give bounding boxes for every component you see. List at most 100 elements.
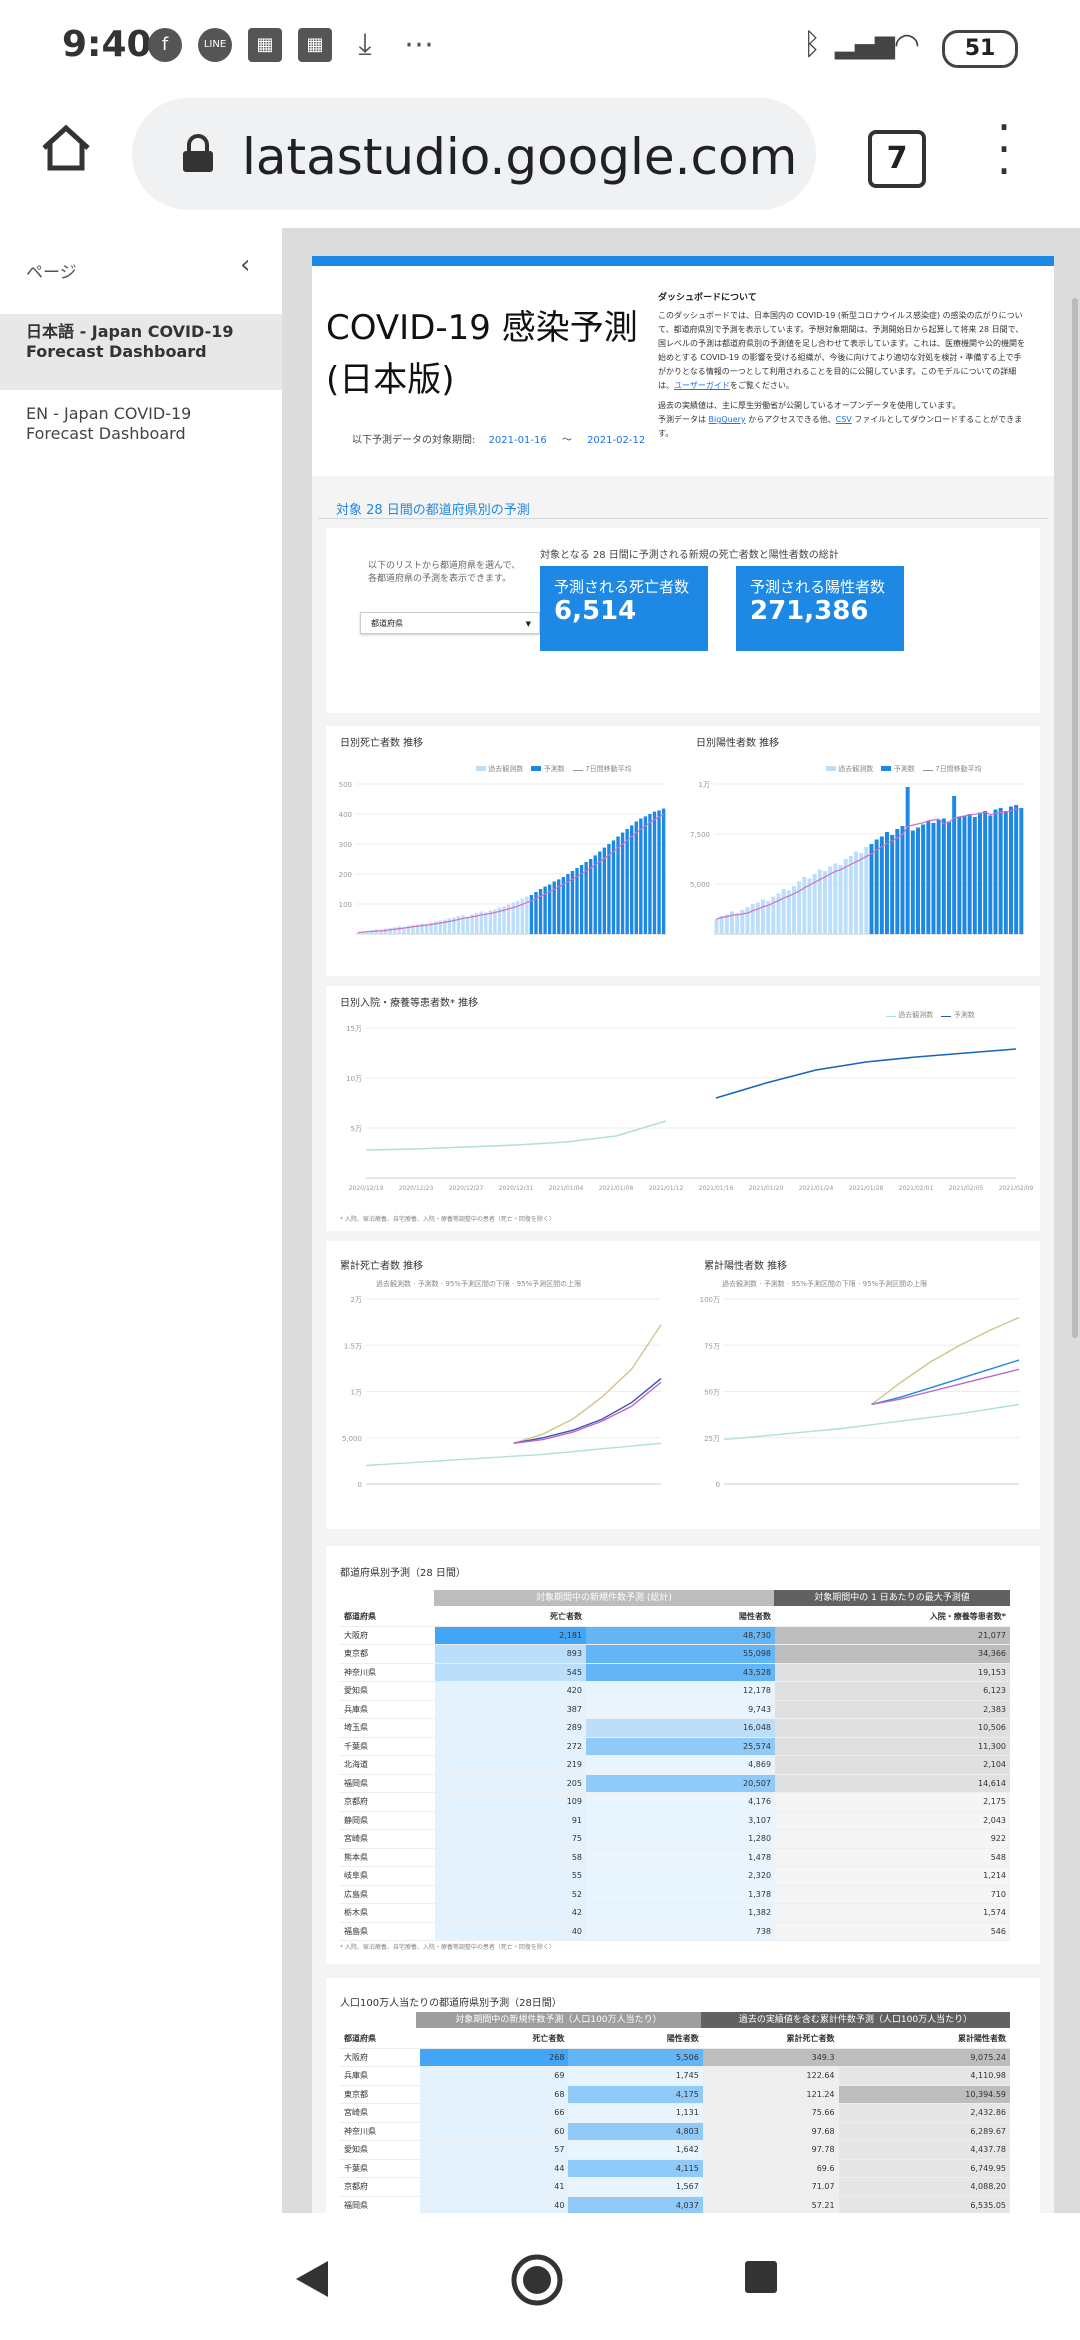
y-tick-label: 0 [358,1481,362,1489]
bar [993,809,998,934]
bar [988,815,993,934]
hospitalization-footnote: * 入院、宿泊療養、自宅療養、入院・療養等調整中の患者（死亡・回復を除く） [340,1216,555,1223]
menu-icon[interactable]: · · · [990,104,1018,194]
cell-value: 55,098 [586,1644,776,1664]
table-row: 広島県 52 1,378 710 [340,1885,1010,1904]
bar [859,853,864,934]
cell-prefecture: 静岡県 [340,1811,435,1830]
cell-value: 34,366 [775,1644,1010,1664]
cum-positives-title: 累計陽性者数 推移 [704,1261,788,1272]
battery-indicator: 51 [942,30,1018,68]
cell-value: 66 [420,2103,569,2123]
cell-value: 4,088.20 [838,2177,1010,2197]
cell-value: 219 [434,1755,586,1775]
cell-prefecture: 京都府 [340,2177,421,2197]
table1-group-1: 対象期間中の新規件数予測 (総計) [434,1590,774,1606]
legend-hist-3: 過去観測数 [898,1011,934,1019]
y-tick-label: 15万 [346,1025,362,1033]
col-positives[interactable]: 陽性者数 [586,1608,776,1627]
legend-ma: 7日間移動平均 [585,765,632,773]
legend-ma-2: 7日間移動平均 [935,765,982,773]
cell-prefecture: 兵庫県 [340,2066,421,2086]
col-prefecture[interactable]: 都道府県 [340,1608,435,1627]
legend-hist-4: 過去観測数 [376,1280,411,1288]
cell-prefecture: 埼玉県 [340,1718,435,1738]
col-hospital[interactable]: 入院・療養等患者数* [775,1608,1010,1627]
y-tick-label: 2万 [351,1296,362,1304]
bar [1009,806,1013,934]
cell-value: 272 [434,1737,586,1756]
back-icon[interactable] [292,2257,332,2301]
col-cum-positives[interactable]: 累計陽性者数 [838,2030,1010,2049]
sidebar-item-english[interactable]: EN - Japan COVID-19 Forecast Dashboard [0,396,282,452]
bar [864,847,869,934]
col-deaths[interactable]: 死亡者数 [434,1608,586,1627]
table-row: 福島県 40 738 546 [340,1922,1010,1941]
bar [967,814,972,934]
cell-prefecture: 福岡県 [340,2196,421,2213]
bar [607,844,611,934]
daily-positives-legend: 過去観測数 予測数 7日間移動平均 [826,764,982,774]
per-capita-table: 都道府県 死亡者数 陽性者数 累計死亡者数 累計陽性者数 大阪府 268 5,506… [340,2030,1010,2213]
table-row: 京都府 41 1,567 71.07 4,088.20 [340,2177,1010,2197]
cell-value: 1,642 [568,2140,703,2160]
cell-prefecture: 栃木県 [340,1903,435,1923]
report-viewer[interactable]: COVID-19 感染予測 (日本版) 以下予測データの対象期間: 2021-0… [284,228,1080,2213]
legend-hist-2: 過去観測数 [838,765,874,773]
home-icon[interactable] [38,120,94,176]
col-positives-2[interactable]: 陽性者数 [568,2030,703,2049]
download-icon: ⤓ [358,27,372,62]
cell-prefecture: 千葉県 [340,1737,435,1756]
bar [947,821,951,934]
legend-pred-5: 予測数 [763,1280,785,1288]
cell-value: 21,077 [775,1626,1010,1645]
col-prefecture-2[interactable]: 都道府県 [340,2030,421,2049]
cell-value: 268 [420,2048,569,2067]
collapse-chevron-icon[interactable]: ‹ [240,250,250,280]
table-row: 兵庫県 387 9,743 2,383 [340,1700,1010,1719]
table-header-row: 都道府県 死亡者数 陽性者数 入院・療養等患者数* [340,1608,1010,1627]
cum-positives-chart: 100万 75万 50万 25万 0 [700,1296,1020,1489]
csv-link[interactable]: CSV [836,415,852,424]
section-divider [318,518,1048,519]
cell-value: 43,528 [586,1663,776,1682]
home-nav-icon[interactable] [510,2253,564,2307]
address-bar[interactable]: latastudio.google.com [132,98,816,210]
hospitalization-card: 日別入院・療養等患者数* 推移 過去観測数 予測数 15万 10万 5万 2020/1… [326,986,1040,1231]
prefecture-dropdown[interactable]: 都道府県 ▼ [360,612,540,634]
bar [735,913,740,934]
scrollbar[interactable] [1072,298,1078,1338]
bigquery-link[interactable]: BigQuery [709,415,746,424]
legend-pred-3: 予測数 [953,1011,975,1019]
sidebar-item-japanese[interactable]: 日本語 - Japan COVID-19 Forecast Dashboard [0,314,282,390]
legend-swatch-pred-2 [881,766,892,771]
cell-value: 40 [434,1922,586,1941]
selector-hint-2: 各都道府県の予測を表示できます。 [368,574,512,584]
daily-charts-card: 日別死亡者数 推移 過去観測数 予測数 7日間移動平均 500 400 300 200… [326,726,1040,976]
recents-icon[interactable] [743,2259,779,2295]
bar [890,835,895,934]
cell-value: 75.66 [702,2103,839,2123]
legend-swatch-pred-3 [941,1016,952,1017]
cell-value: 20,507 [586,1774,776,1793]
series-line [723,1403,1020,1441]
per-capita-table-card: 人口100万人当たりの都道府県別予測（28日間） 対象期間中の新規件数予測（人口… [326,1978,1040,2213]
title-line-1: COVID-19 感染予測 [326,308,638,348]
bar [761,899,765,934]
bar [823,871,827,934]
bar [807,878,812,934]
x-tick-label: 2020/12/19 [349,1185,384,1192]
cell-prefecture: 兵庫県 [340,1700,435,1719]
user-guide-link[interactable]: ユーザーガイド [674,381,730,390]
cell-prefecture: 宮崎県 [340,1829,435,1849]
x-tick-label: 2021/01/04 [549,1185,584,1192]
table-row: 静岡県 91 3,107 2,043 [340,1811,1010,1830]
tab-switcher-button[interactable]: 7 [868,130,926,188]
col-cum-deaths[interactable]: 累計死亡者数 [702,2030,839,2049]
cell-value: 4,176 [586,1792,776,1812]
cell-prefecture: 東京都 [340,2085,421,2104]
col-deaths-2[interactable]: 死亡者数 [420,2030,569,2049]
bar [652,811,657,934]
legend-pred-4: 予測数 [417,1280,439,1288]
y-tick-label: 5万 [351,1125,362,1133]
